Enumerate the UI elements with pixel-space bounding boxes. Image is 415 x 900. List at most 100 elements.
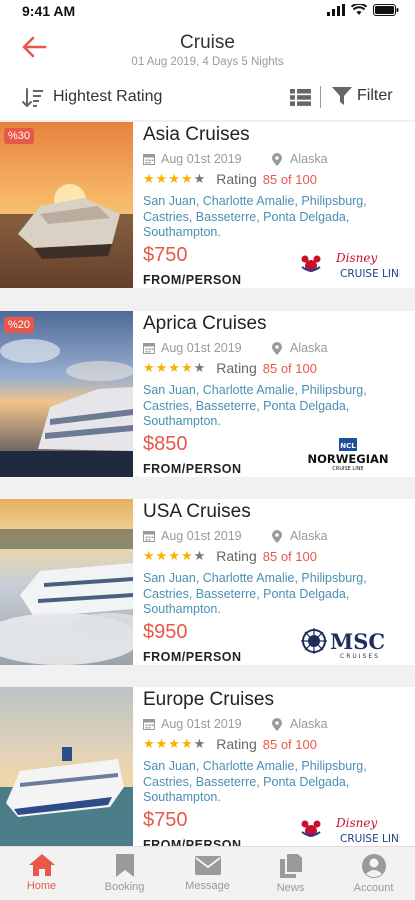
toolbar-divider bbox=[320, 86, 321, 108]
price: $950 bbox=[143, 621, 188, 643]
price-unit: FROM/PERSON bbox=[143, 650, 242, 664]
rating-value: 85 of 100 bbox=[262, 548, 317, 564]
cruise-title: Asia Cruises bbox=[143, 124, 250, 145]
price: $750 bbox=[143, 809, 188, 831]
filter-button[interactable]: Filter bbox=[332, 86, 393, 106]
svg-text:NORWEGIAN: NORWEGIAN bbox=[307, 452, 388, 466]
rating-value: 85 of 100 bbox=[262, 360, 317, 376]
location-pin-icon bbox=[272, 152, 282, 166]
cruise-card[interactable]: %20 Aprica Cruises Aug 01st 2019 Alaska … bbox=[0, 311, 415, 477]
price-unit: FROM/PERSON bbox=[143, 462, 242, 476]
cruise-location: Alaska bbox=[290, 152, 328, 166]
cruise-date: Aug 01st 2019 bbox=[161, 152, 242, 166]
tab-label: Home bbox=[26, 880, 57, 892]
status-time: 9:41 AM bbox=[22, 3, 76, 19]
location-info: Alaska bbox=[272, 529, 328, 543]
ports-list: San Juan, Charlotte Amalie, Philipsburg,… bbox=[143, 383, 367, 428]
svg-text:CRUISES: CRUISES bbox=[340, 653, 380, 659]
sort-descending-icon bbox=[22, 88, 43, 107]
status-icons bbox=[327, 4, 399, 16]
star-rating: ★★★★★ bbox=[143, 360, 207, 375]
rating-row: ★★★★★ Rating 85 of 100 bbox=[143, 360, 317, 376]
cruise-location: Alaska bbox=[290, 529, 328, 543]
cruise-location: Alaska bbox=[290, 341, 328, 355]
ports-list: San Juan, Charlotte Amalie, Philipsburg,… bbox=[143, 759, 367, 804]
bottom-tab-bar: Home Booking Message News Account bbox=[0, 846, 415, 900]
status-bar: 9:41 AM bbox=[0, 0, 415, 24]
sort-label[interactable]: Hightest Rating bbox=[53, 88, 162, 106]
cruise-title: Aprica Cruises bbox=[143, 313, 267, 334]
cruise-photo: %30 bbox=[0, 122, 133, 288]
tab-label: Account bbox=[353, 882, 394, 894]
ports-list: San Juan, Charlotte Amalie, Philipsburg,… bbox=[143, 571, 367, 616]
date-info: Aug 01st 2019 bbox=[143, 152, 242, 166]
calendar-icon bbox=[143, 154, 155, 165]
rating-label: Rating bbox=[216, 171, 257, 187]
tab-home[interactable]: Home bbox=[0, 847, 83, 900]
date-info: Aug 01st 2019 bbox=[143, 717, 242, 731]
svg-text:CRUISE LINE: CRUISE LINE bbox=[332, 466, 363, 471]
wifi-icon bbox=[351, 4, 367, 15]
tab-account[interactable]: Account bbox=[332, 847, 415, 900]
disney-cruise-line-logo: Disney CRUISE LINE bbox=[301, 251, 400, 280]
cruise-photo bbox=[0, 499, 133, 665]
list-view-button[interactable] bbox=[290, 89, 311, 111]
home-icon bbox=[28, 854, 55, 876]
cruise-photo bbox=[0, 687, 133, 853]
cruise-title: Europe Cruises bbox=[143, 689, 274, 710]
svg-text:CRUISE LINE: CRUISE LINE bbox=[340, 268, 400, 280]
location-pin-icon bbox=[272, 717, 282, 731]
price: $850 bbox=[143, 433, 188, 455]
msc-cruises-logo: MSC CRUISES bbox=[301, 628, 385, 659]
page-title: Cruise bbox=[180, 32, 235, 53]
norwegian-cruise-line-logo: NCL NORWEGIAN CRUISE LINE bbox=[307, 438, 389, 471]
sort-filter-bar: Hightest Rating Filter bbox=[0, 82, 415, 118]
cruise-card[interactable]: %30 Asia Cruises Aug 01st 2019 Alaska ★★… bbox=[0, 122, 415, 288]
discount-badge: %20 bbox=[4, 317, 35, 333]
star-rating: ★★★★★ bbox=[143, 736, 207, 751]
date-info: Aug 01st 2019 bbox=[143, 341, 242, 355]
rating-label: Rating bbox=[216, 360, 257, 376]
tab-label: Message bbox=[185, 880, 230, 892]
rating-row: ★★★★★ Rating 85 of 100 bbox=[143, 171, 317, 187]
envelope-icon bbox=[194, 856, 221, 875]
page-subtitle: 01 Aug 2019, 4 Days 5 Nights bbox=[131, 56, 284, 68]
battery-icon bbox=[373, 4, 399, 16]
location-pin-icon bbox=[272, 341, 282, 355]
filter-icon bbox=[332, 87, 352, 105]
rating-row: ★★★★★ Rating 85 of 100 bbox=[143, 736, 317, 752]
tab-booking[interactable]: Booking bbox=[83, 847, 166, 900]
location-info: Alaska bbox=[272, 717, 328, 731]
location-info: Alaska bbox=[272, 341, 328, 355]
tab-label: Booking bbox=[104, 881, 145, 893]
date-info: Aug 01st 2019 bbox=[143, 529, 242, 543]
location-pin-icon bbox=[272, 529, 282, 543]
svg-text:Disney: Disney bbox=[335, 251, 377, 265]
cruise-location: Alaska bbox=[290, 717, 328, 731]
cruise-title: USA Cruises bbox=[143, 501, 251, 522]
rating-row: ★★★★★ Rating 85 of 100 bbox=[143, 548, 317, 564]
cruise-card[interactable]: USA Cruises Aug 01st 2019 Alaska ★★★★★ R… bbox=[0, 499, 415, 665]
cruise-card[interactable]: Europe Cruises Aug 01st 2019 Alaska ★★★★… bbox=[0, 687, 415, 853]
ports-list: San Juan, Charlotte Amalie, Philipsburg,… bbox=[143, 194, 367, 239]
tab-news[interactable]: News bbox=[249, 847, 332, 900]
rating-value: 85 of 100 bbox=[262, 736, 317, 752]
svg-text:Disney: Disney bbox=[335, 816, 377, 830]
svg-text:MSC: MSC bbox=[330, 629, 385, 654]
svg-text:NCL: NCL bbox=[340, 442, 356, 450]
cruise-photo: %20 bbox=[0, 311, 133, 477]
top-bar: 9:41 AM Cruise 01 Aug 2019, 4 Days 5 Nig… bbox=[0, 0, 415, 120]
sort-button[interactable] bbox=[22, 88, 44, 113]
calendar-icon bbox=[143, 343, 155, 354]
price-unit: FROM/PERSON bbox=[143, 273, 242, 287]
svg-text:CRUISE LINE: CRUISE LINE bbox=[340, 833, 400, 845]
cruise-date: Aug 01st 2019 bbox=[161, 717, 242, 731]
disney-cruise-line-logo: Disney CRUISE LINE bbox=[301, 816, 400, 845]
bookmark-icon bbox=[115, 854, 134, 877]
star-rating: ★★★★★ bbox=[143, 548, 207, 563]
user-icon bbox=[361, 854, 386, 878]
signal-icon bbox=[327, 4, 345, 16]
tab-message[interactable]: Message bbox=[166, 847, 249, 900]
documents-icon bbox=[279, 854, 302, 878]
list-view-icon bbox=[290, 89, 311, 106]
